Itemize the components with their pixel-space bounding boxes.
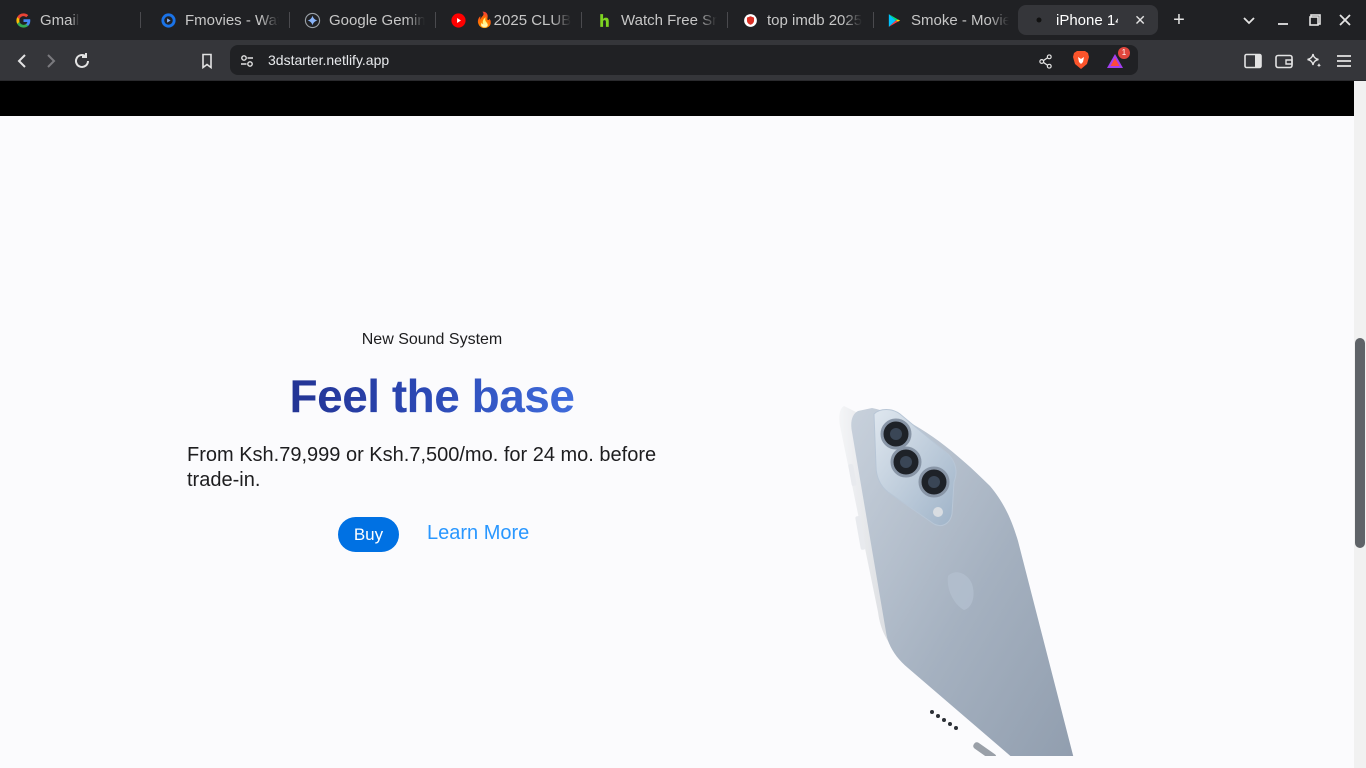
wallet-icon[interactable] (1271, 48, 1297, 74)
tab-top-imdb[interactable]: top imdb 2025 (741, 5, 863, 35)
close-window-icon[interactable] (1334, 9, 1356, 31)
tab-label: iPhone 14 (1056, 11, 1119, 29)
share-icon[interactable] (1036, 52, 1054, 70)
google-icon (14, 11, 32, 29)
url-text: 3dstarter.netlify.app (268, 52, 390, 68)
headline-text: Feel the base (289, 370, 575, 422)
address-bar[interactable]: 3dstarter.netlify.app 1 (230, 45, 1138, 75)
brave-rewards-icon[interactable]: 1 (1106, 47, 1130, 70)
tab-2025-club[interactable]: 🔥2025 CLUB (449, 5, 571, 35)
tab-label: Gmail (40, 11, 80, 29)
hero-headline: Feel the base (0, 369, 864, 423)
tab-watch-free[interactable]: Watch Free Sn (595, 5, 717, 35)
tab-label: 🔥2025 CLUB (475, 12, 571, 29)
site-nav-bar (0, 81, 1354, 116)
minimize-icon[interactable] (1272, 9, 1294, 31)
tab-iphone-14[interactable]: iPhone 14 ✕ (1018, 5, 1158, 35)
forward-arrow-icon[interactable] (38, 48, 64, 74)
leo-ai-icon[interactable] (1301, 48, 1327, 74)
tab-label: Google Gemin (329, 11, 425, 29)
tab-label: Smoke - Movie (911, 11, 1009, 29)
tab-search-chevron-icon[interactable] (1238, 9, 1260, 31)
tab-label: top imdb 2025 (767, 11, 863, 29)
price-text: From Ksh.79,999 or Ksh.7,500/mo. for 24 … (187, 444, 657, 491)
notification-badge: 1 (1118, 47, 1130, 59)
tab-divider (435, 12, 436, 28)
learn-more-link[interactable]: Learn More (427, 522, 529, 545)
tab-divider (140, 12, 141, 28)
page-scrollbar[interactable] (1354, 81, 1366, 768)
buy-button[interactable]: Buy (338, 517, 399, 552)
back-arrow-icon[interactable] (9, 48, 35, 74)
brave-shield-icon[interactable] (1071, 50, 1091, 70)
tab-smoke-movie[interactable]: Smoke - Movie (885, 5, 1009, 35)
tab-strip: Gmail Fmovies - Wat Google Gemin 🔥2025 C… (0, 0, 1366, 40)
fmovies-icon (159, 11, 177, 29)
tab-divider (873, 12, 874, 28)
youtube-icon (449, 11, 467, 29)
new-tab-button[interactable]: + (1168, 9, 1190, 31)
h-logo-icon (595, 11, 613, 29)
gemini-icon (303, 11, 321, 29)
play-store-icon (885, 11, 903, 29)
dot-icon (1030, 11, 1048, 29)
iphone-3d-model[interactable] (800, 316, 1130, 756)
tab-label: Fmovies - Wat (185, 11, 279, 29)
tab-divider (727, 12, 728, 28)
tab-fmovies[interactable]: Fmovies - Wat (159, 5, 279, 35)
toolbar: 3dstarter.netlify.app 1 (0, 40, 1366, 81)
site-settings-icon[interactable] (238, 52, 256, 70)
maximize-icon[interactable] (1304, 9, 1326, 31)
tab-gmail[interactable]: Gmail (14, 5, 134, 35)
shield-icon (741, 11, 759, 29)
page-viewport: New Sound System Feel the base From Ksh.… (0, 81, 1354, 768)
close-tab-icon[interactable]: ✕ (1134, 12, 1146, 29)
menu-icon[interactable] (1331, 48, 1357, 74)
tab-divider (581, 12, 582, 28)
hero-eyebrow: New Sound System (361, 331, 503, 348)
tab-divider (289, 12, 290, 28)
tab-label: Watch Free Sn (621, 11, 717, 29)
sidebar-toggle-icon[interactable] (1240, 48, 1266, 74)
bookmark-icon[interactable] (194, 48, 220, 74)
reload-icon[interactable] (69, 48, 95, 74)
scrollbar-thumb[interactable] (1355, 338, 1365, 548)
tab-gemini[interactable]: Google Gemin (303, 5, 425, 35)
